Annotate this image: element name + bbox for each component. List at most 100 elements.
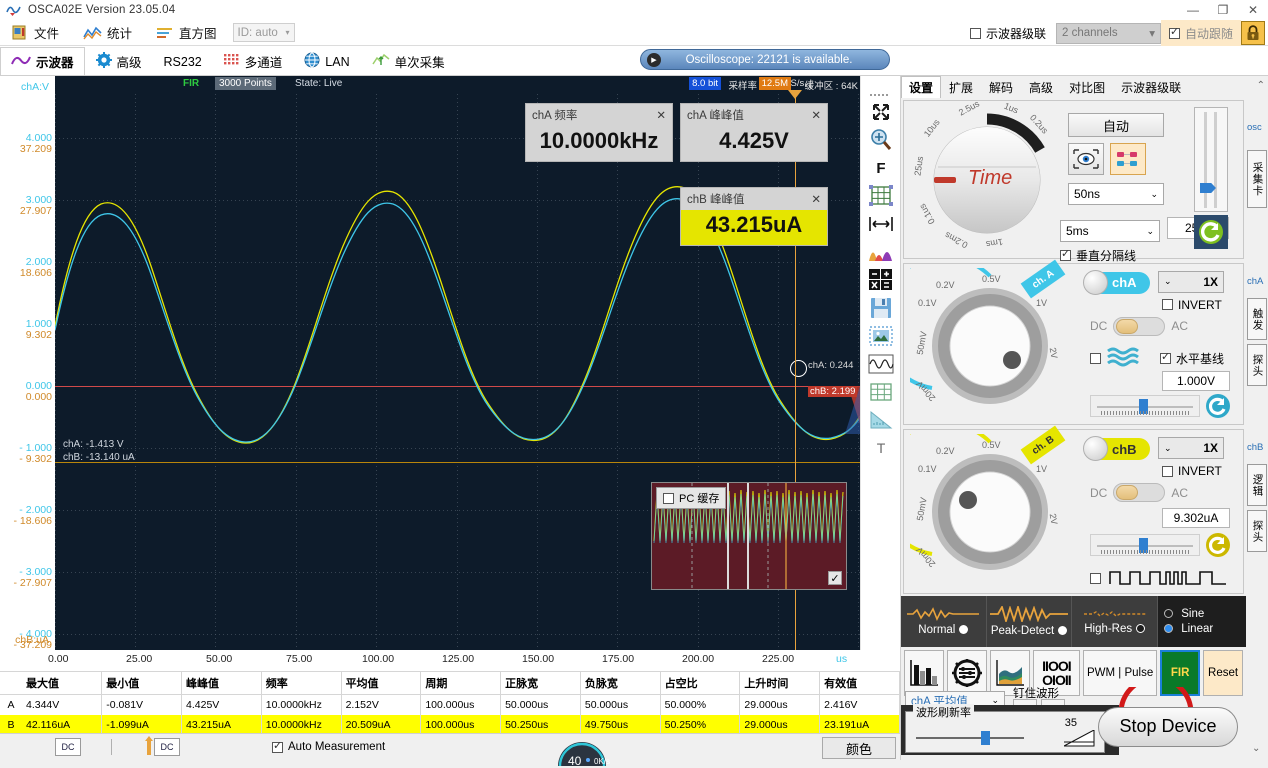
cha-knob[interactable]: ch. A 0.2V 0.5V 0.1V 1V 50mV 2V 20mV bbox=[910, 268, 1070, 423]
fft-f-icon[interactable]: F bbox=[866, 154, 896, 182]
side-tab-acquisition-card[interactable]: 采集卡 bbox=[1247, 150, 1267, 208]
waveform-plot[interactable]: FIR 3000 Points State: Live 8.0 bit 采样率 … bbox=[55, 76, 860, 650]
eye-preview-icon[interactable] bbox=[1068, 143, 1104, 175]
chb-invert-checkbox[interactable]: INVERT bbox=[1162, 464, 1222, 478]
close-icon[interactable]: ✕ bbox=[656, 108, 666, 122]
refresh-rate-slider-thumb[interactable] bbox=[981, 731, 990, 745]
dot-matrix-icon[interactable] bbox=[1110, 143, 1146, 175]
cha-wave-option[interactable] bbox=[1090, 346, 1143, 371]
timebase-select[interactable]: 50ns ⌄ bbox=[1068, 183, 1164, 205]
cha-invert-checkbox[interactable]: INVERT bbox=[1162, 298, 1222, 312]
interp-sine-option[interactable]: Sine bbox=[1164, 608, 1246, 620]
menu-item-histogram[interactable]: 直方图 bbox=[144, 21, 229, 45]
side-tab-trigger[interactable]: 触发 bbox=[1247, 298, 1267, 340]
cha-coupling-switch[interactable] bbox=[1113, 317, 1165, 336]
cha-position-slider[interactable] bbox=[1090, 395, 1200, 417]
cha-probe-select[interactable]: ⌄ 1X bbox=[1158, 271, 1224, 293]
waveform-window-icon[interactable] bbox=[866, 350, 896, 378]
tab-advanced[interactable]: 高级 bbox=[85, 47, 153, 75]
reset-button[interactable]: Reset bbox=[1203, 650, 1243, 696]
time-knob[interactable]: Time 2.5us 1us 0.2us 10us 25us 0.1us 0.2… bbox=[912, 105, 1062, 255]
measure-popup-chb-vpp[interactable]: chB 峰峰值 ✕ 43.215uA bbox=[680, 187, 828, 246]
lock-icon[interactable] bbox=[1241, 21, 1265, 45]
measure-popup-cha-vpp[interactable]: chA 峰峰值 ✕ 4.425V bbox=[680, 103, 828, 162]
acq-mode-normal[interactable]: Normal bbox=[901, 596, 987, 648]
tab-rs232[interactable]: RS232 bbox=[153, 47, 213, 75]
interp-linear-option[interactable]: Linear bbox=[1164, 623, 1246, 635]
pc-buffer-corner-checkbox[interactable]: ✓ bbox=[828, 571, 842, 585]
scroll-down-icon[interactable]: ⌄ bbox=[1252, 743, 1260, 754]
time-offset-slider[interactable] bbox=[1194, 107, 1228, 212]
id-select[interactable]: ID: auto ▾ bbox=[233, 23, 295, 42]
coupling-indicator-a[interactable]: DC bbox=[55, 738, 81, 756]
cha-toggle[interactable]: chA bbox=[1086, 272, 1150, 294]
chb-logic-option[interactable] bbox=[1090, 566, 1230, 591]
chb-coupling-switch[interactable] bbox=[1113, 483, 1165, 502]
pc-buffer-checkbox[interactable]: PC 缓存 bbox=[656, 487, 726, 509]
notification-banner[interactable]: ▶ Oscilloscope: 22121 is available. bbox=[640, 49, 890, 70]
side-tab-probe-a[interactable]: 探头 bbox=[1247, 344, 1267, 386]
side-tab-probe-b[interactable]: 探头 bbox=[1247, 510, 1267, 552]
auto-button[interactable]: 自动 bbox=[1068, 113, 1164, 137]
side-tab-logic[interactable]: 逻辑 bbox=[1247, 464, 1267, 506]
close-button[interactable]: ✕ bbox=[1238, 0, 1268, 20]
channels-select[interactable]: 2 channels ▾ bbox=[1056, 23, 1161, 44]
scroll-up-icon[interactable]: ⌃ bbox=[1257, 80, 1265, 91]
table-row[interactable]: A 4.344V -0.081V 4.425V 10.0000kHz 2.152… bbox=[0, 695, 900, 715]
tab-lan[interactable]: LAN bbox=[293, 47, 360, 75]
rtab-decode[interactable]: 解码 bbox=[981, 76, 1021, 98]
acq-mode-normal-radio[interactable] bbox=[959, 625, 968, 634]
save-icon[interactable] bbox=[866, 294, 896, 322]
measure-popup-cha-freq[interactable]: chA 频率 ✕ 10.0000kHz bbox=[525, 103, 673, 162]
reset-icon[interactable] bbox=[1194, 215, 1228, 249]
time-cursor-handle[interactable] bbox=[788, 90, 802, 99]
chb-coupling-toggle[interactable]: DC AC bbox=[1090, 483, 1188, 502]
grid-select-icon[interactable] bbox=[866, 182, 896, 210]
color-button[interactable]: 颜色 bbox=[822, 737, 896, 759]
ruler-icon[interactable] bbox=[866, 406, 896, 434]
chb-value[interactable]: 9.302uA bbox=[1162, 508, 1230, 528]
vertical-divider-checkbox[interactable]: 垂直分隔线 bbox=[1060, 247, 1136, 264]
close-icon[interactable]: ✕ bbox=[811, 192, 821, 206]
tab-oscilloscope[interactable]: 示波器 bbox=[0, 47, 85, 75]
table-row[interactable]: B 42.116uA -1.099uA 43.215uA 10.0000kHz … bbox=[0, 715, 900, 735]
chb-reset-icon[interactable] bbox=[1204, 531, 1232, 559]
chb-knob[interactable]: ch. B 0.2V 0.5V 0.1V 1V 50mV 2V 20mV bbox=[910, 434, 1070, 589]
rtab-compare[interactable]: 对比图 bbox=[1061, 76, 1113, 98]
cha-coupling-toggle[interactable]: DC AC bbox=[1090, 317, 1188, 336]
rtab-settings[interactable]: 设置 bbox=[901, 76, 941, 98]
tab-single-capture[interactable]: 单次采集 bbox=[361, 47, 456, 75]
interp-sine-radio[interactable] bbox=[1164, 609, 1173, 618]
chb-position-slider[interactable] bbox=[1090, 534, 1200, 556]
rtab-advanced[interactable]: 高级 bbox=[1021, 76, 1061, 98]
auto-follow-checkbox[interactable]: 自动跟随 bbox=[1161, 20, 1241, 46]
cha-baseline-checkbox[interactable]: 水平基线 bbox=[1160, 350, 1224, 367]
cha-reset-icon[interactable] bbox=[1204, 392, 1232, 420]
auto-measurement-checkbox[interactable]: Auto Measurement bbox=[272, 741, 385, 753]
rtab-cascade[interactable]: 示波器级联 bbox=[1113, 76, 1189, 98]
chb-probe-select[interactable]: ⌄ 1X bbox=[1158, 437, 1224, 459]
acq-mode-high-res-radio[interactable] bbox=[1136, 624, 1145, 633]
zoom-in-icon[interactable] bbox=[866, 126, 896, 154]
rtab-extensions[interactable]: 扩展 bbox=[941, 76, 981, 98]
acq-mode-peak-detect-radio[interactable] bbox=[1058, 626, 1067, 635]
table-icon[interactable] bbox=[866, 378, 896, 406]
acq-mode-peak-detect[interactable]: Peak-Detect bbox=[987, 596, 1073, 648]
cascade-checkbox[interactable]: 示波器级联 bbox=[960, 22, 1056, 44]
cha-value[interactable]: 1.000V bbox=[1162, 371, 1230, 391]
acq-mode-high-res[interactable]: High-Res bbox=[1072, 596, 1158, 648]
settings-gear-icon[interactable] bbox=[947, 650, 987, 696]
close-icon[interactable]: ✕ bbox=[811, 108, 821, 122]
bar-chart-icon[interactable] bbox=[904, 650, 944, 696]
menu-item-file[interactable]: 文件 bbox=[0, 21, 71, 45]
cursor-marker[interactable] bbox=[790, 360, 807, 377]
tab-multichannel[interactable]: 多通道 bbox=[213, 47, 294, 75]
expand-arrows-icon[interactable] bbox=[866, 98, 896, 126]
histogram-bars-icon[interactable] bbox=[866, 238, 896, 266]
chb-toggle[interactable]: chB bbox=[1086, 438, 1150, 460]
text-tool-icon[interactable]: T bbox=[866, 434, 896, 462]
range-select[interactable]: 5ms ⌄ bbox=[1060, 220, 1160, 242]
stop-device-button[interactable]: Stop Device bbox=[1098, 707, 1238, 747]
calculator-icon[interactable] bbox=[866, 266, 896, 294]
coupling-indicator-b[interactable]: DC bbox=[154, 738, 180, 756]
